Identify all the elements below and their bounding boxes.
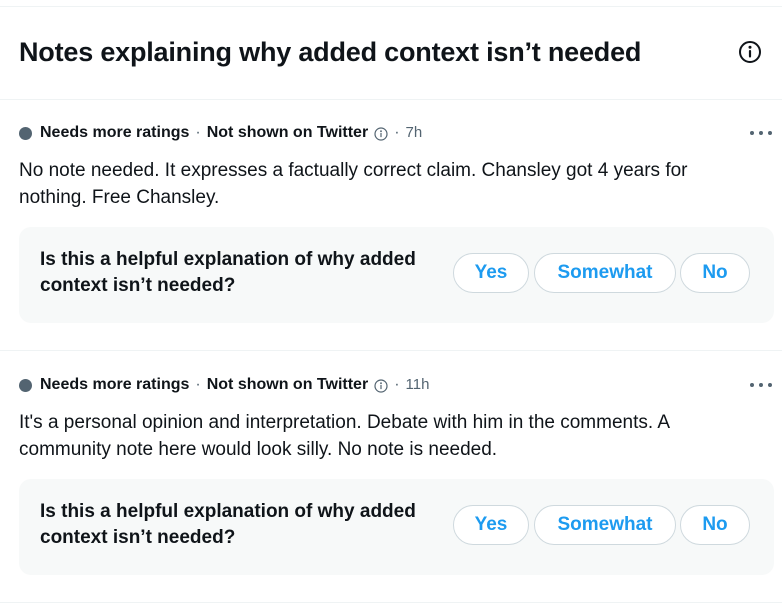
note-text: No note needed. It expresses a factually…	[19, 160, 688, 208]
note-meta: Needs more ratings · Not shown on Twitte…	[19, 374, 429, 396]
somewhat-button[interactable]: Somewhat	[534, 253, 676, 293]
rating-panel: Is this a helpful explanation of why add…	[19, 479, 774, 575]
status-dot	[19, 378, 32, 392]
separator: ·	[394, 376, 400, 393]
more-options-icon[interactable]	[750, 378, 772, 392]
separator: ·	[195, 376, 201, 393]
rating-question: Is this a helpful explanation of why add…	[40, 249, 416, 296]
somewhat-button[interactable]: Somewhat	[534, 505, 676, 545]
timestamp[interactable]: 7h	[406, 122, 423, 144]
no-button[interactable]: No	[680, 253, 750, 293]
status-label: Needs more ratings	[40, 124, 190, 141]
yes-button[interactable]: Yes	[453, 505, 529, 545]
status-dot	[19, 126, 32, 140]
status-label: Needs more ratings	[40, 376, 190, 393]
more-options-icon[interactable]	[750, 126, 772, 140]
note-card: Needs more ratings · Not shown on Twitte…	[0, 100, 782, 351]
separator: ·	[394, 124, 400, 141]
rating-panel: Is this a helpful explanation of why add…	[19, 227, 774, 323]
info-icon[interactable]	[374, 378, 388, 393]
visibility-label: Not shown on Twitter	[206, 376, 369, 393]
yes-button[interactable]: Yes	[453, 253, 529, 293]
note-card: Needs more ratings · Not shown on Twitte…	[0, 352, 782, 603]
visibility-label: Not shown on Twitter	[206, 124, 369, 141]
info-circle-icon[interactable]	[738, 40, 762, 64]
info-icon[interactable]	[374, 126, 388, 141]
no-button[interactable]: No	[680, 505, 750, 545]
page-title: Notes explaining why added context isn’t…	[19, 37, 642, 67]
note-text: It's a personal opinion and interpretati…	[19, 412, 669, 460]
note-meta: Needs more ratings · Not shown on Twitte…	[19, 122, 422, 144]
page-header: Notes explaining why added context isn’t…	[0, 7, 782, 100]
separator: ·	[195, 124, 201, 141]
rating-question: Is this a helpful explanation of why add…	[40, 501, 416, 548]
timestamp[interactable]: 11h	[406, 374, 430, 396]
